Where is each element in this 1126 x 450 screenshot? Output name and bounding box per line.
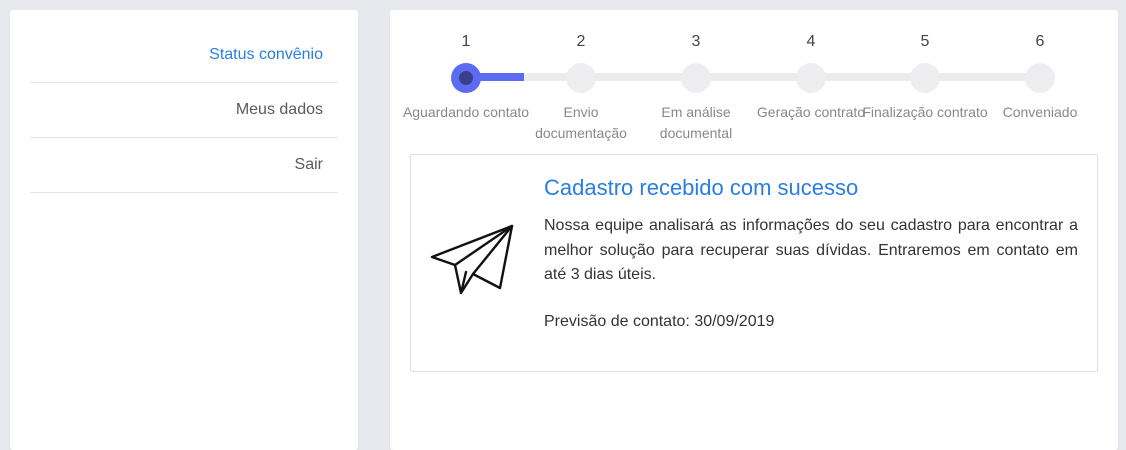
step-indicator[interactable] xyxy=(910,63,940,93)
step-label: Geração contrato xyxy=(756,104,866,120)
step-indicator-active[interactable] xyxy=(451,63,481,93)
paper-plane-icon xyxy=(430,224,514,295)
sidebar-item-label: Meus dados xyxy=(235,101,323,118)
sidebar-item-status-convenio[interactable]: Status convênio xyxy=(30,28,338,83)
step-number: 2 xyxy=(576,33,586,50)
sidebar-item-meus-dados[interactable]: Meus dados xyxy=(30,83,338,138)
step-number: 1 xyxy=(461,33,471,50)
main-panel: 1 Aguardando contato 2 Envio documentaçã… xyxy=(390,10,1118,450)
step-number: 3 xyxy=(691,33,701,50)
step-number: 4 xyxy=(806,33,816,50)
step-indicator[interactable] xyxy=(796,63,826,93)
step-label: Envio documentação xyxy=(535,104,627,141)
step-label: Conveniado xyxy=(1002,104,1078,120)
contact-forecast: Previsão de contato: 30/09/2019 xyxy=(544,313,775,330)
step-label: Em análise documental xyxy=(659,104,733,141)
progress-stepper: 1 Aguardando contato 2 Envio documentaçã… xyxy=(390,10,1118,160)
sidebar-menu: Status convênio Meus dados Sair xyxy=(30,28,338,193)
step-label: Finalização contrato xyxy=(862,104,988,120)
sidebar: Status convênio Meus dados Sair xyxy=(10,10,358,450)
status-card: Cadastro recebido com sucesso Nossa equi… xyxy=(410,154,1098,372)
sidebar-item-label: Sair xyxy=(294,156,323,173)
sidebar-item-sair[interactable]: Sair xyxy=(30,138,338,193)
step-indicator[interactable] xyxy=(566,63,596,93)
step-indicator[interactable] xyxy=(681,63,711,93)
stepper-track xyxy=(466,73,1040,81)
step-number: 5 xyxy=(920,33,930,50)
step-number: 6 xyxy=(1035,33,1045,50)
step-label: Aguardando contato xyxy=(402,104,530,120)
card-title: Cadastro recebido com sucesso xyxy=(544,175,859,200)
card-description: Nossa equipe analisará as informações do… xyxy=(544,217,1078,283)
sidebar-item-label: Status convênio xyxy=(209,46,323,63)
step-indicator[interactable] xyxy=(1025,63,1055,93)
